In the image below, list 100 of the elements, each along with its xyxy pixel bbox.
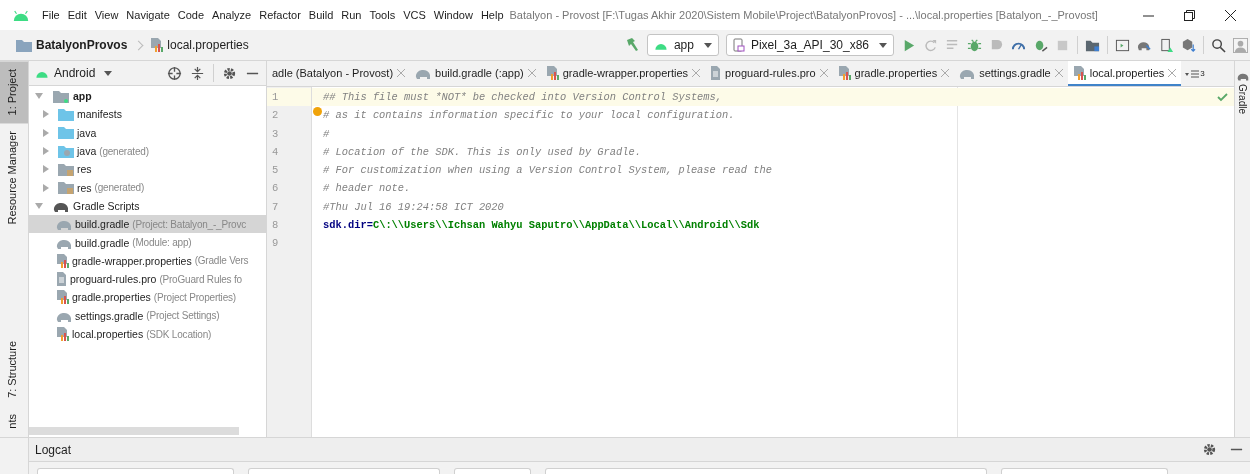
file-chart-icon	[837, 65, 851, 80]
android-logo-icon	[12, 9, 30, 21]
run-config-dropdown[interactable]: app	[646, 34, 719, 56]
tree-label: local.properties	[72, 328, 144, 340]
bug-icon[interactable]	[967, 37, 982, 53]
tree-row[interactable]: gradle.properties (Project Properties)	[29, 288, 266, 307]
window-title: Batalyon - Provost [F:\Tugas Akhir 2020\Sistem Mobile\Project\BatalyonProvos] - ...\local.properties [Batalyon_-_Provost]	[509, 9, 1098, 21]
editor-tab[interactable]: local.properties	[1067, 61, 1182, 86]
tree-detail: (generated)	[94, 182, 145, 194]
menu-item[interactable]: Edit	[63, 9, 91, 21]
line-number: 2	[271, 108, 280, 124]
tool-window-tab[interactable]: Resource Manager	[0, 123, 28, 234]
menu-item[interactable]: Navigate	[122, 9, 174, 21]
tree-row[interactable]: proguard-rules.pro (ProGuard Rules fo	[29, 269, 266, 289]
expand-arrow-icon[interactable]	[43, 147, 49, 156]
restore-icon[interactable]	[1184, 9, 1195, 21]
tool-window-tab[interactable]: nts	[0, 406, 28, 437]
dropdown-field[interactable]	[1001, 468, 1168, 474]
crosshair-icon[interactable]	[167, 65, 182, 81]
file-chart-icon	[56, 290, 69, 305]
tree-label: java	[77, 126, 97, 139]
tree-label: res	[77, 163, 92, 176]
tree-row[interactable]: build.gradle (Module: app)	[29, 233, 266, 252]
menu-item[interactable]: Window	[429, 9, 477, 21]
menu-item[interactable]: Refactor	[255, 9, 305, 21]
terminal-icon[interactable]	[1115, 37, 1130, 53]
panel-title: Logcat	[35, 442, 72, 457]
file-chart-icon	[56, 253, 69, 268]
expand-arrow-icon[interactable]	[43, 110, 49, 119]
settings-icon[interactable]	[1202, 442, 1217, 457]
folder-icon	[16, 38, 32, 52]
menu-item[interactable]: VCS	[399, 9, 430, 21]
tool-window-tab[interactable]: Gradle	[1235, 61, 1250, 114]
rerun-icon[interactable]	[923, 37, 938, 53]
code-line: #Thu Jul 16 19:24:58 ICT 2020	[323, 200, 504, 213]
dropdown-field[interactable]	[454, 468, 531, 474]
code-line: ## This file must *NOT* be checked into Version Control Systems,	[323, 91, 723, 103]
breadcrumb-item[interactable]: local.properties	[167, 38, 249, 52]
settings-icon[interactable]	[222, 65, 237, 81]
tool-window-tab[interactable]: 1: Project	[0, 61, 28, 124]
elephant-icon	[1236, 71, 1249, 81]
menu-item[interactable]: File	[38, 9, 64, 21]
tree-row[interactable]: manifests	[29, 105, 266, 124]
expand-arrow-icon[interactable]	[43, 165, 49, 174]
tree-row[interactable]: app	[29, 87, 266, 106]
line-number: 3	[271, 126, 280, 142]
expand-arrow-icon[interactable]	[35, 202, 43, 209]
elephant-icon	[56, 218, 72, 231]
close-icon[interactable]	[1225, 9, 1236, 21]
collapse-icon[interactable]	[190, 65, 205, 81]
expand-arrow-icon[interactable]	[35, 93, 43, 100]
line-number: 1	[267, 88, 311, 107]
menu-item[interactable]: Build	[304, 9, 338, 21]
tree-row[interactable]: res	[29, 160, 266, 179]
folder-icon	[58, 126, 74, 140]
editor-tab[interactable]: build.gradle (:app)	[410, 61, 541, 86]
tree-label: res	[77, 181, 92, 194]
user-icon[interactable]	[1233, 37, 1248, 53]
scrollbar[interactable]	[29, 427, 239, 435]
editor-tab[interactable]: gradle-wrapper.properties	[540, 61, 706, 86]
tree-row[interactable]: gradle-wrapper.properties (Gradle Vers	[29, 251, 266, 270]
editor-tab[interactable]: proguard-rules.pro	[705, 61, 833, 86]
expand-arrow-icon[interactable]	[43, 183, 49, 192]
line-number: 8	[271, 218, 280, 234]
menu-item[interactable]: Help	[476, 9, 508, 21]
breadcrumb-item[interactable]: BatalyonProvos	[36, 38, 128, 52]
module-folder-icon	[53, 89, 69, 103]
search-field[interactable]	[545, 468, 987, 474]
tree-row[interactable]: settings.gradle (Project Settings)	[29, 306, 266, 325]
tree-label: Gradle Scripts	[73, 199, 140, 212]
tree-row[interactable]: java	[29, 123, 266, 142]
code-line: # For customization when using a Version Control System, please read the	[323, 164, 772, 177]
tree-row[interactable]: build.gradle (Project: Batalyon_-_Provc	[29, 215, 266, 234]
project-view-dropdown[interactable]: Android	[35, 66, 113, 80]
cube-arrow-icon[interactable]	[1181, 37, 1196, 53]
tab-list-button[interactable]: 3	[1181, 61, 1209, 86]
tree-row[interactable]: local.properties (SDK Location)	[29, 324, 266, 344]
menu-item[interactable]: Code	[173, 9, 209, 21]
menu-item[interactable]: Analyze	[208, 9, 256, 21]
tool-window-tab[interactable]: 7: Structure	[0, 333, 28, 407]
tree-row[interactable]: Gradle Scripts	[29, 196, 266, 216]
search-icon[interactable]	[1211, 37, 1226, 53]
tree-detail: (Module: app)	[132, 237, 192, 248]
menu-item[interactable]: Run	[337, 9, 366, 21]
phone-icon[interactable]	[1159, 37, 1174, 53]
tree-row[interactable]: res (generated)	[29, 178, 266, 197]
dropdown-field[interactable]	[37, 468, 234, 474]
tree-row[interactable]: java (generated)	[29, 141, 266, 161]
editor-tab[interactable]: gradle.properties	[832, 61, 955, 86]
tree-label: app	[73, 90, 92, 103]
tree-label: java	[77, 145, 97, 158]
expand-arrow-icon[interactable]	[43, 128, 49, 137]
editor-tab[interactable]: settings.gradle	[954, 61, 1068, 86]
text-file-icon	[710, 65, 722, 80]
menu-item[interactable]: Tools	[365, 9, 400, 21]
device-dropdown[interactable]: Pixel_3a_API_30_x86	[725, 34, 894, 56]
menu-item[interactable]: View	[90, 9, 123, 21]
editor-tab[interactable]: adle (Batalyon - Provost)	[267, 61, 411, 86]
dropdown-field[interactable]	[248, 468, 440, 474]
bulb-icon[interactable]	[313, 107, 322, 117]
